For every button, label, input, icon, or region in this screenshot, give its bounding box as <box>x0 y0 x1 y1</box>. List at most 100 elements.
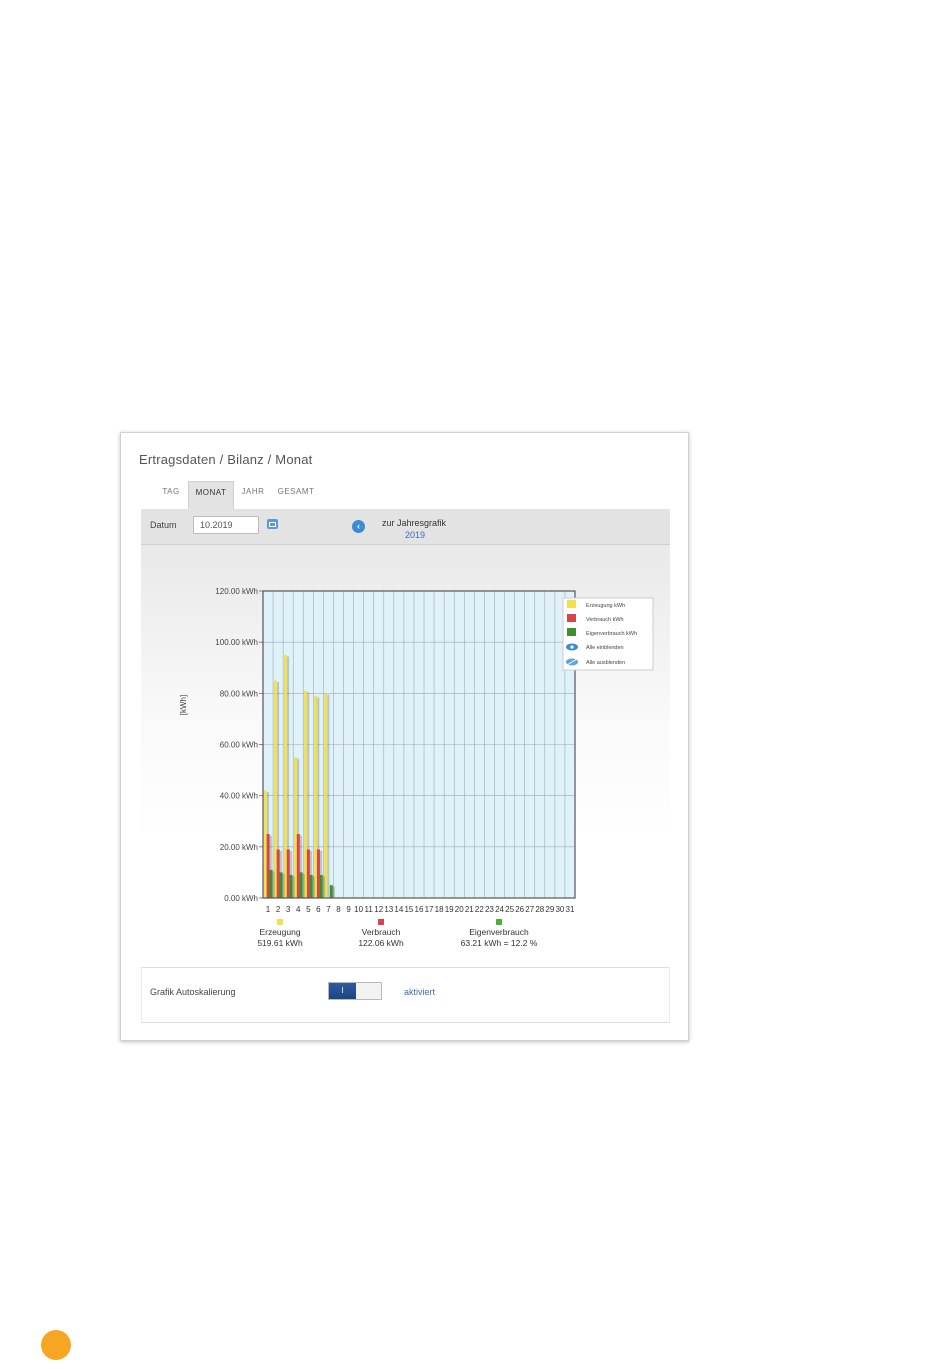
x-tick-label: 23 <box>485 905 494 914</box>
legend-label-verbrauch[interactable]: Verbrauch kWh <box>586 617 624 623</box>
y-tick-label: 80.00 kWh <box>220 689 258 698</box>
legend-label-eigenverbrauch[interactable]: Eigenverbrauch kWh <box>586 631 637 637</box>
chevron-left-icon[interactable]: ‹ <box>352 520 365 533</box>
tab-gesamt[interactable]: GESAMT <box>272 481 320 509</box>
bar-eigenverbrauch-5 <box>309 874 313 898</box>
x-tick-label: 2 <box>276 905 281 914</box>
legend-show-all[interactable]: Alle einblenden <box>586 645 624 651</box>
y-tick-label: 0.00 kWh <box>224 894 258 903</box>
bar-verbrauch-5 <box>306 849 310 898</box>
bar-shadow <box>312 876 315 898</box>
summary-swatch-eigenverbrauch <box>496 919 502 925</box>
bar-eigenverbrauch-6 <box>319 874 323 898</box>
legend-label-erzeugung[interactable]: Erzeugung kWh <box>586 603 625 609</box>
x-tick-label: 11 <box>365 905 374 914</box>
date-input[interactable] <box>193 516 259 534</box>
bar-verbrauch-1 <box>266 834 270 898</box>
summary-verbrauch-value: 122.06 kWh <box>358 938 404 948</box>
legend-swatch-verbrauch <box>567 614 576 622</box>
bar-verbrauch-6 <box>316 849 320 898</box>
zur-jahresgrafik-label: zur Jahresgrafik <box>382 518 447 528</box>
bar-erzeugung-1 <box>263 790 267 898</box>
autoscale-label: Grafik Autoskalierung <box>150 987 236 997</box>
x-tick-label: 19 <box>445 905 454 914</box>
bar-verbrauch-3 <box>286 849 290 898</box>
legend-hide-all[interactable]: Alle ausblenden <box>586 660 625 666</box>
legend-swatch-erzeugung <box>567 600 576 608</box>
x-tick-label: 5 <box>306 905 311 914</box>
year-link[interactable]: 2019 <box>405 530 425 540</box>
x-tick-label: 30 <box>555 905 564 914</box>
bar-erzeugung-3 <box>283 654 287 898</box>
y-tick-label: 60.00 kWh <box>220 741 258 750</box>
x-tick-label: 21 <box>465 905 474 914</box>
tab-tag[interactable]: TAG <box>154 481 188 509</box>
y-axis-label: [kWh] <box>179 695 188 715</box>
summary-eigenverbrauch-value: 63.21 kWh = 12.2 % <box>461 938 538 948</box>
x-tick-label: 28 <box>535 905 544 914</box>
monthly-bar-chart: 0.00 kWh 20.00 kWh 40.00 kWh 60.00 kWh 80.00… <box>179 587 654 948</box>
eye-icon[interactable] <box>566 643 578 651</box>
x-tick-label: 7 <box>326 905 331 914</box>
x-tick-label: 27 <box>525 905 534 914</box>
y-tick-label: 100.00 kWh <box>215 638 258 647</box>
x-tick-label: 29 <box>545 905 554 914</box>
y-tick-label: 40.00 kWh <box>220 792 258 801</box>
y-tick-label: 20.00 kWh <box>220 843 258 852</box>
bar-eigenverbrauch-1 <box>269 869 273 898</box>
bar-erzeugung-5 <box>304 690 308 898</box>
summary-erzeugung-value: 519.61 kWh <box>257 938 303 948</box>
x-tick-label: 17 <box>425 905 434 914</box>
page-title: Ertragsdaten / Bilanz / Monat <box>139 452 313 467</box>
chart-area: 0.00 kWh 20.00 kWh 40.00 kWh 60.00 kWh 80.00… <box>141 545 670 967</box>
bar-eigenverbrauch-7 <box>329 885 333 898</box>
x-tick-label: 9 <box>346 905 351 914</box>
autoscale-bar: Grafik Autoskalierung I aktiviert <box>141 967 670 1023</box>
x-tick-label: 10 <box>354 905 363 914</box>
bar-shadow <box>302 873 305 898</box>
x-tick-label: 6 <box>316 905 321 914</box>
x-tick-label: 14 <box>394 905 403 914</box>
balance-panel: Ertragsdaten / Bilanz / Monat TAG MONAT … <box>120 432 689 1041</box>
bar-eigenverbrauch-3 <box>289 874 293 898</box>
x-tick-label: 22 <box>475 905 484 914</box>
tab-jahr[interactable]: JAHR <box>234 481 272 509</box>
summary-verbrauch-label: Verbrauch <box>362 927 401 937</box>
tab-monat[interactable]: MONAT <box>188 481 234 509</box>
bar-erzeugung-2 <box>273 680 277 898</box>
x-tick-label: 24 <box>495 905 504 914</box>
x-tick-label: 13 <box>384 905 393 914</box>
x-tick-label: 12 <box>374 905 383 914</box>
x-tick-label: 1 <box>266 905 271 914</box>
x-tick-label: 8 <box>336 905 341 914</box>
bar-shadow <box>272 871 275 898</box>
x-tick-label: 20 <box>455 905 464 914</box>
x-tick-label: 25 <box>505 905 514 914</box>
bar-erzeugung-7 <box>324 693 328 898</box>
eye-hidden-icon[interactable] <box>566 658 578 666</box>
bar-verbrauch-4 <box>296 834 300 898</box>
summary-erzeugung-label: Erzeugung <box>259 927 300 937</box>
datum-label: Datum <box>150 520 177 530</box>
autoscale-toggle[interactable]: I <box>328 982 382 1000</box>
x-tick-label: 15 <box>404 905 413 914</box>
x-tick-label: 4 <box>296 905 301 914</box>
bar-shadow <box>332 886 336 898</box>
bar-shadow <box>292 876 295 898</box>
autoscale-status: aktiviert <box>404 987 436 997</box>
toggle-on-indicator: I <box>329 983 356 999</box>
summary-eigenverbrauch-label: Eigenverbrauch <box>469 927 529 937</box>
calendar-icon[interactable] <box>267 519 278 529</box>
x-tick-label: 18 <box>435 905 444 914</box>
page-marker-dot <box>41 1330 71 1360</box>
x-tick-label: 16 <box>415 905 424 914</box>
bar-shadow <box>327 694 330 898</box>
bar-shadow <box>322 876 325 898</box>
x-tick-label: 26 <box>515 905 524 914</box>
bar-verbrauch-2 <box>276 849 280 898</box>
bar-erzeugung-6 <box>314 695 318 898</box>
summary-swatch-verbrauch <box>378 919 384 925</box>
x-tick-label: 31 <box>566 905 575 914</box>
y-tick-label: 120.00 kWh <box>215 587 258 596</box>
summary-swatch-erzeugung <box>277 919 283 925</box>
